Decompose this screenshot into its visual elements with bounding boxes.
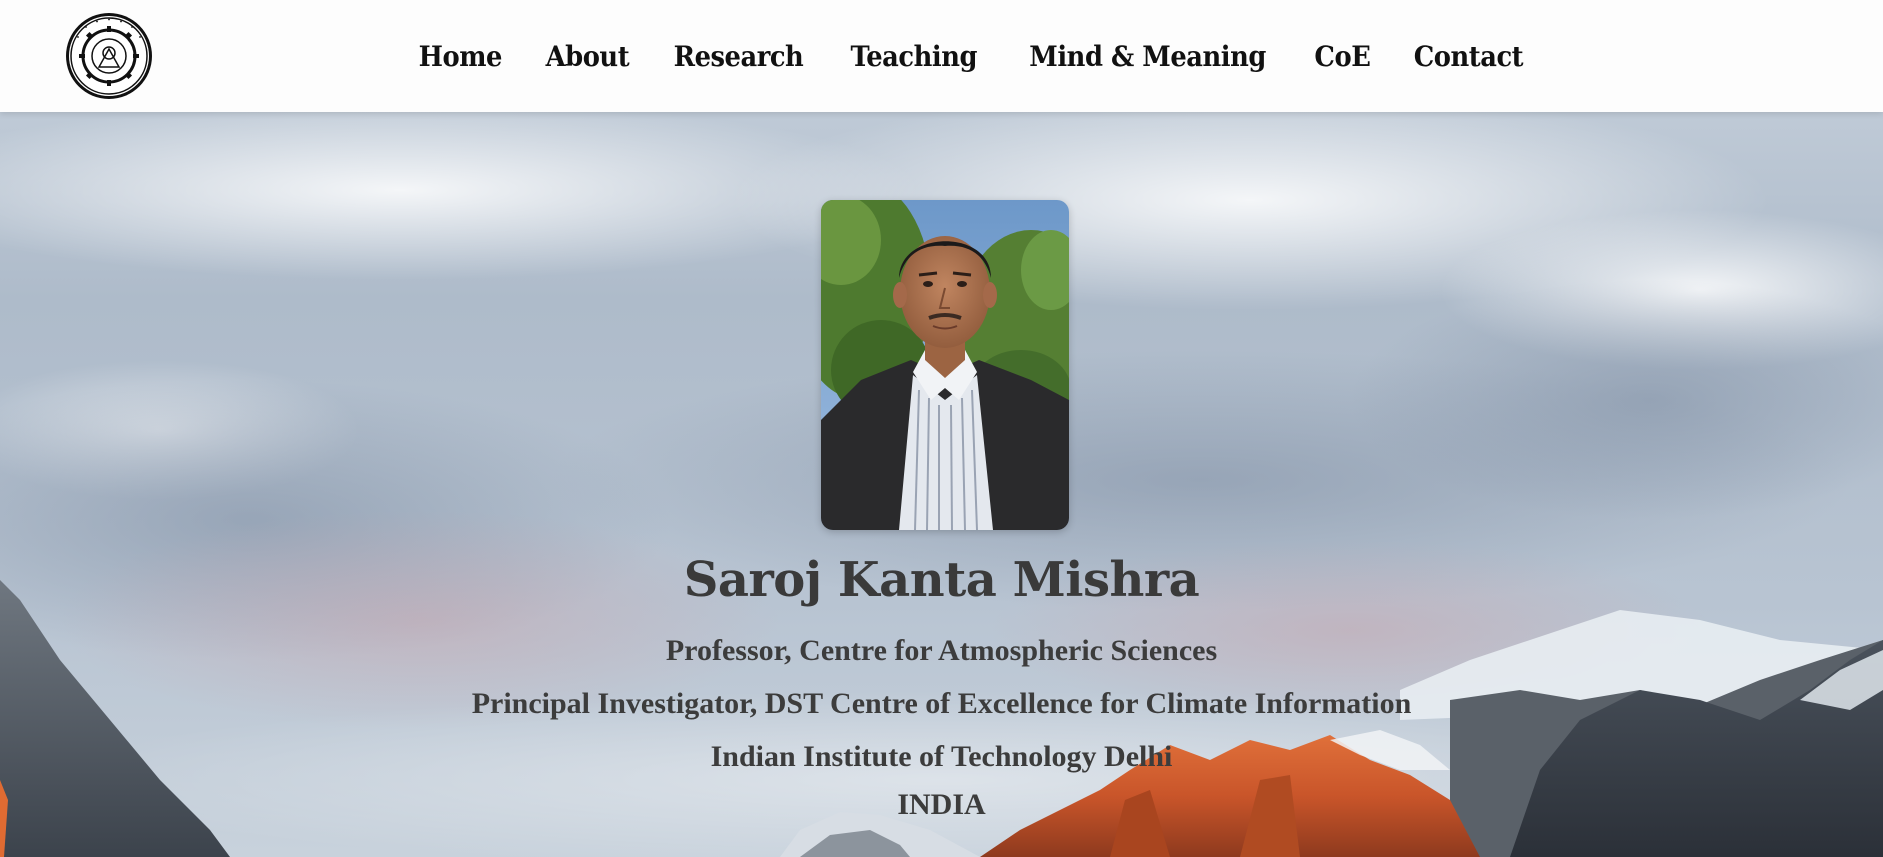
profile-section: Saroj Kanta Mishra Professor, Centre for…: [0, 112, 1883, 857]
profile-title-professor: Professor, Centre for Atmospheric Scienc…: [665, 634, 1218, 667]
nav-teaching-link[interactable]: Teaching: [851, 40, 978, 73]
profile-name: Saroj Kanta Mishra: [683, 552, 1200, 608]
profile-photo: [821, 200, 1069, 530]
nav-about-link[interactable]: About: [545, 40, 629, 73]
nav-coe-link[interactable]: CoE: [1315, 40, 1371, 73]
profile-country: INDIA: [897, 788, 986, 821]
nav-mind-meaning-link[interactable]: Mind & Meaning: [1029, 40, 1266, 73]
profile-institute: Indian Institute of Technology Delhi: [710, 740, 1173, 773]
site-header: Home About Research Teaching Mind & Mean…: [0, 0, 1883, 112]
nav-home-link[interactable]: Home: [419, 40, 503, 73]
profile-title-pi: Principal Investigator, DST Centre of Ex…: [471, 687, 1412, 720]
main-nav: Home About Research Teaching Mind & Mean…: [0, 0, 1883, 112]
nav-research-link[interactable]: Research: [674, 40, 804, 73]
homepage: Home About Research Teaching Mind & Mean…: [0, 0, 1883, 857]
nav-contact-link[interactable]: Contact: [1414, 40, 1524, 73]
